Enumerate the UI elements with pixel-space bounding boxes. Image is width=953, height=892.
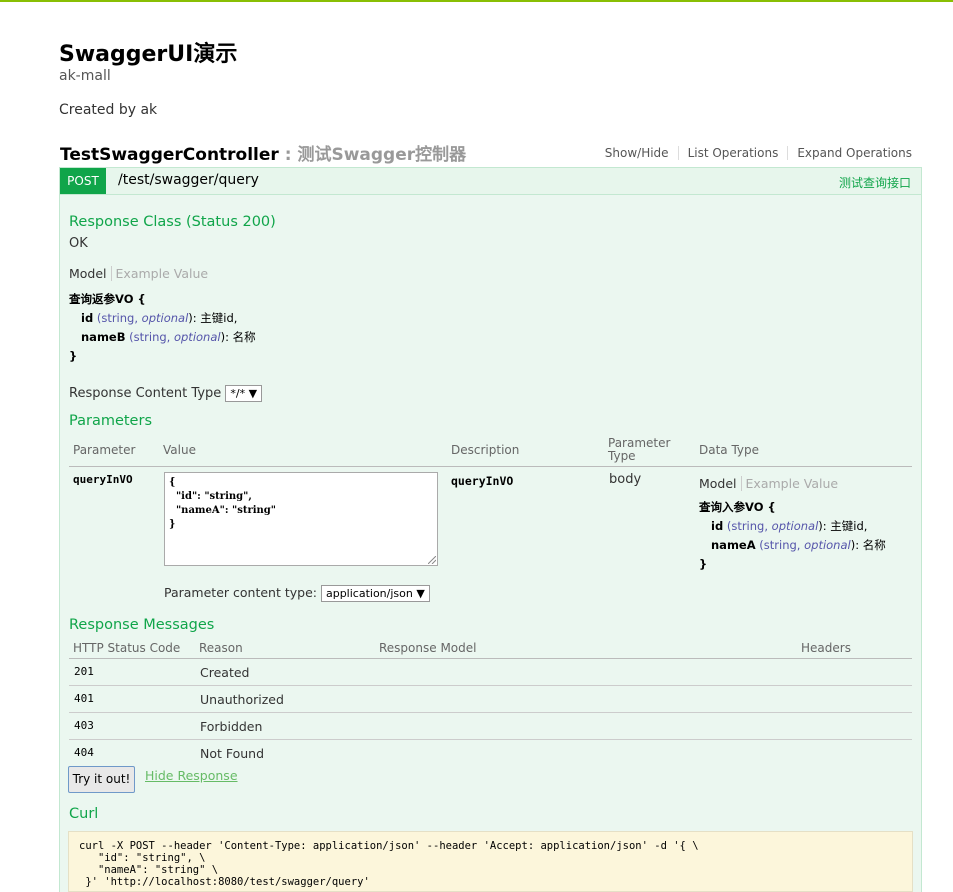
param-header-value: Value [163,443,196,457]
resp-header-divider [69,658,912,659]
resp-code: 201 [74,665,94,678]
row-divider [69,739,912,740]
example-value-tab[interactable]: Example Value [112,266,209,281]
curl-command: curl -X POST --header 'Content-Type: app… [68,831,913,892]
resp-header-code: HTTP Status Code [73,641,181,655]
param-header-datatype: Data Type [699,443,760,457]
model-name: 查询入参VO { [699,500,776,514]
controller-name[interactable]: TestSwaggerController [60,145,279,165]
model-tab[interactable]: Model [69,266,112,281]
resp-code: 404 [74,746,94,759]
resp-header-model: Response Model [379,641,477,655]
response-content-type: Response Content Type */* ▼ [69,385,263,402]
operation-header[interactable]: POST /test/swagger/query 测试查询接口 [59,167,922,195]
resp-reason: Not Found [200,746,265,761]
param-header-parameter: Parameter [73,443,136,457]
response-model-schema: 查询返参VO { id (string, optional): 主键id, na… [69,292,256,363]
param-model-schema: 查询入参VO { id (string, optional): 主键id, na… [699,500,886,571]
param-type: body [609,472,642,487]
hide-response-link[interactable]: Hide Response [145,768,238,783]
resp-reason: Forbidden [200,719,263,734]
controller-description: : 测试Swagger控制器 [278,145,467,165]
resize-handle-icon[interactable] [428,556,436,564]
param-description: queryInVO [451,474,514,488]
operation-summary[interactable]: 测试查询接口 [839,174,911,191]
response-class-heading: Response Class (Status 200) [69,214,276,230]
controller-actions: Show/Hide List Operations Expand Operati… [596,146,912,160]
http-method-badge[interactable]: POST [60,168,106,194]
model-property: nameA (string, optional): 名称 [711,538,886,552]
chevron-down-icon: ▼ [416,587,425,600]
param-header-type: Parameter Type [608,436,671,463]
response-content-type-select[interactable]: */* ▼ [225,385,263,402]
top-bar [0,0,953,2]
response-content-type-label: Response Content Type [69,386,222,401]
resp-header-headers: Headers [801,641,851,655]
operation-path[interactable]: /test/swagger/query [118,172,259,188]
model-property: id (string, optional): 主键id, [81,311,238,325]
param-content-type: Parameter content type: application/json… [164,585,430,602]
response-model-tabs: Model Example Value [69,266,208,281]
show-hide-link[interactable]: Show/Hide [596,146,678,160]
param-value-textarea[interactable]: { "id": "string", "nameA": "string" } [164,472,438,566]
model-property: id (string, optional): 主键id, [711,519,868,533]
page-title: SwaggerUI演示 [59,42,238,67]
example-value-tab[interactable]: Example Value [742,476,839,491]
expand-operations-link[interactable]: Expand Operations [787,146,912,160]
resp-code: 401 [74,692,94,705]
model-tab[interactable]: Model [699,476,742,491]
model-name: 查询返参VO { [69,292,146,306]
params-header-divider [69,466,912,467]
row-divider [69,685,912,686]
resp-reason: Created [200,665,250,680]
response-messages-heading: Response Messages [69,617,215,633]
curl-heading: Curl [69,806,99,822]
param-content-type-label: Parameter content type: [164,585,317,600]
list-operations-link[interactable]: List Operations [677,146,788,160]
chevron-down-icon: ▼ [248,387,258,400]
row-divider [69,712,912,713]
response-status-text: OK [69,236,88,251]
resp-header-reason: Reason [199,641,243,655]
controller-heading[interactable]: TestSwaggerController : 测试Swagger控制器 [60,140,466,165]
resp-code: 403 [74,719,94,732]
parameters-heading: Parameters [69,413,152,429]
param-model-tabs: Model Example Value [699,476,838,491]
param-content-type-select[interactable]: application/json ▼ [320,585,430,602]
model-property: nameB (string, optional): 名称 [81,330,256,344]
try-it-out-button[interactable]: Try it out! [68,766,135,793]
resp-reason: Unauthorized [200,692,284,707]
param-header-description: Description [451,443,520,457]
created-by: Created by ak [59,102,158,118]
param-name: queryInVO [73,473,133,486]
page-subtitle: ak-mall [59,68,111,84]
